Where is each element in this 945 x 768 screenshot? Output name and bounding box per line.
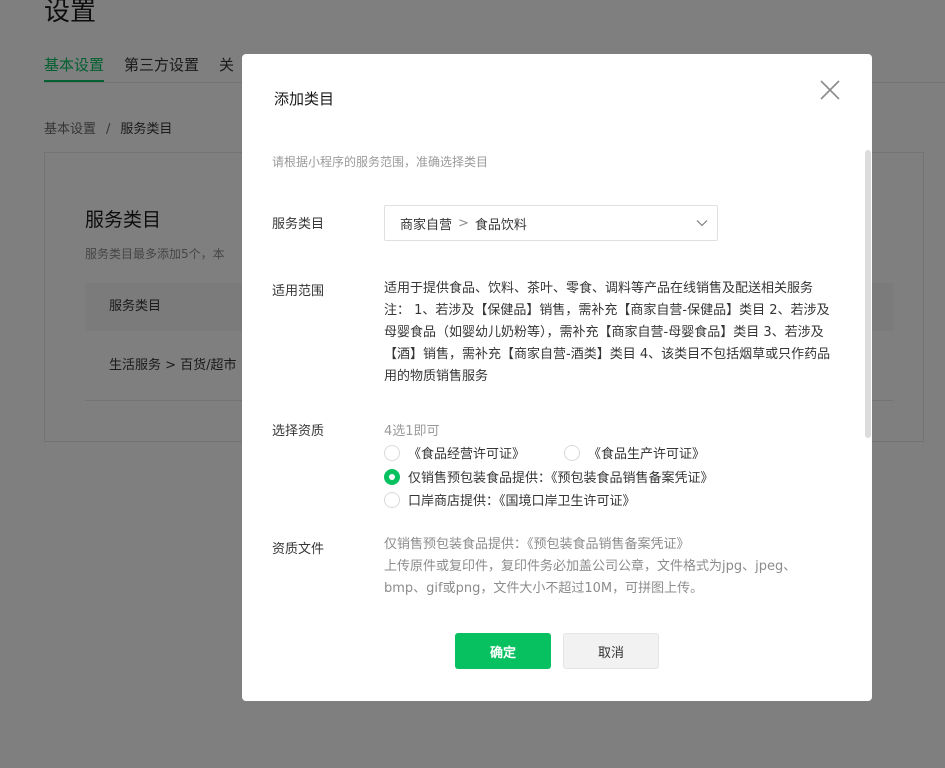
category-select[interactable]: 商家自营 > 食品饮料 (384, 205, 718, 241)
cancel-button[interactable]: 取消 (563, 633, 659, 669)
scope-label: 适用范围 (272, 284, 325, 299)
confirm-button[interactable]: 确定 (455, 633, 551, 669)
qualification-option-port-store[interactable]: 口岸商店提供：《国境口岸卫生许可证》 (384, 490, 636, 509)
radio-button-selected[interactable] (384, 468, 400, 485)
radio-label: 口岸商店提供：《国境口岸卫生许可证》 (408, 494, 636, 509)
file-requirements: 仅销售预包装食品提供：《预包装食品销售备案凭证》 上传原件或复印件，复印件务必加… (384, 534, 834, 600)
dialog-hint: 请根据小程序的服务范围，准确选择类目 (272, 155, 489, 169)
category-label: 服务类目 (272, 217, 325, 232)
category-level2: 食品饮料 (474, 217, 527, 233)
qualification-tip: 4选1即可 (384, 424, 440, 439)
radio-label: 仅销售预包装食品提供：《预包装食品销售备案凭证》 (408, 471, 714, 486)
category-level1: 商家自营 (400, 217, 453, 233)
add-category-dialog: 添加类目 请根据小程序的服务范围，准确选择类目 服务类目 商家自营 > 食品饮料… (242, 54, 872, 701)
dialog-title: 添加类目 (274, 90, 335, 108)
radio-button[interactable] (384, 444, 400, 461)
chevron-down-icon (696, 220, 708, 227)
radio-label: 《食品经营许可证》 (408, 447, 526, 462)
qualification-option-food-production-license[interactable]: 《食品生产许可证》 (564, 443, 705, 462)
radio-button[interactable] (384, 491, 400, 508)
scope-description: 适用于提供食品、饮料、茶叶、零食、调料等产品在线销售及配送相关服务 注： 1、若… (384, 281, 831, 384)
category-separator: > (458, 215, 469, 231)
qualification-label: 选择资质 (272, 424, 325, 439)
file-label: 资质文件 (272, 542, 325, 557)
file-requirement-title: 仅销售预包装食品提供：《预包装食品销售备案凭证》 (384, 537, 690, 552)
file-requirement-detail: 上传原件或复印件，复印件务必加盖公司公章，文件格式为jpg、jpeg、bmp、g… (384, 559, 797, 596)
qualification-option-prepackaged-food[interactable]: 仅销售预包装食品提供：《预包装食品销售备案凭证》 (384, 467, 714, 486)
qualification-option-food-business-license[interactable]: 《食品经营许可证》 (384, 443, 525, 462)
radio-button[interactable] (564, 444, 580, 461)
radio-label: 《食品生产许可证》 (588, 447, 706, 462)
close-icon[interactable] (818, 78, 842, 102)
dialog-scrollbar[interactable] (865, 150, 871, 438)
